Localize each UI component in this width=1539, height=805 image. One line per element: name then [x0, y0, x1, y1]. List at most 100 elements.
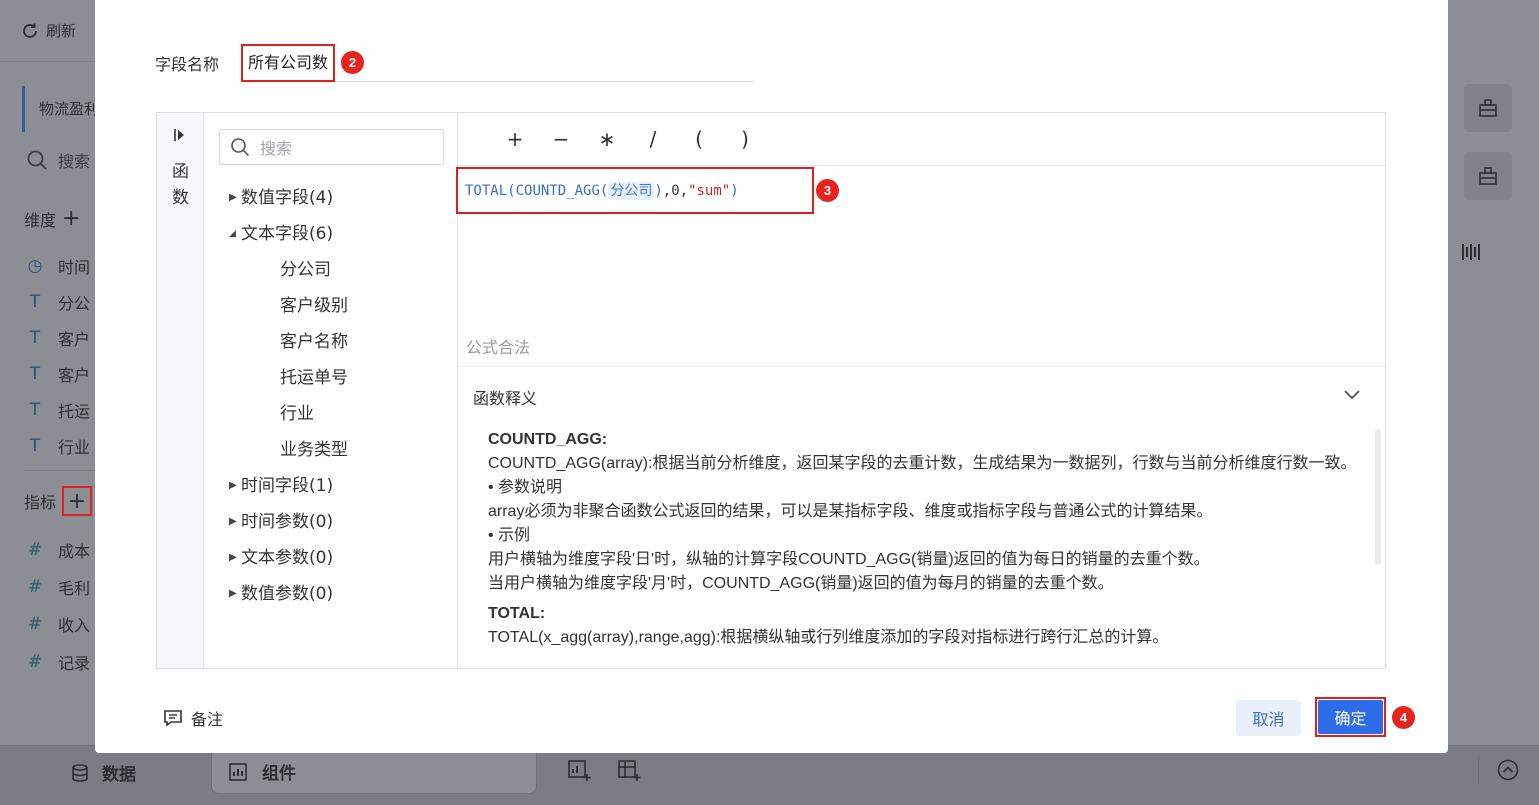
metric-label: 指标: [24, 493, 57, 512]
caret-right-icon: ▶: [229, 552, 237, 563]
tree-search-input[interactable]: 搜索: [219, 129, 444, 165]
dataset-tab[interactable]: 物流盈利: [22, 86, 95, 132]
formula-valid-status: 公式合法: [466, 338, 531, 357]
formula-range-arg: 0: [671, 183, 680, 199]
toolbox-icon: [1479, 167, 1497, 185]
explanation-scrollbar[interactable]: [1375, 429, 1381, 565]
database-icon: [72, 763, 88, 782]
explanation-title: 函数释义: [473, 389, 538, 408]
text-field-icon: T: [29, 364, 41, 384]
left-panel: 刷新 物流盈利 搜索 维度 + ◷ 时间 T 分公 T 客户 T 客户 T 托运 T 行业 …: [0, 0, 95, 745]
confirm-button[interactable]: 确定: [1318, 700, 1383, 734]
function-tab-label: 函 数: [172, 162, 189, 208]
field-name-value[interactable]: 所有公司数: [241, 43, 336, 82]
field-name-input[interactable]: 所有公司数 2: [241, 43, 753, 82]
metric-field[interactable]: # 记录: [24, 650, 95, 674]
component-tab[interactable]: 组件: [211, 746, 537, 794]
chevron-down-icon[interactable]: [1343, 389, 1361, 401]
tree-group-time[interactable]: ▶ 时间字段(1): [229, 468, 348, 504]
add-chart-icon[interactable]: [567, 758, 591, 782]
tree-group-numeric[interactable]: ▶ 数值字段(4): [229, 180, 348, 216]
formula-field-token[interactable]: 分公司: [608, 182, 655, 200]
cancel-button[interactable]: 取消: [1236, 700, 1301, 736]
step-badge-3: 3: [816, 179, 839, 202]
step-badge-2: 2: [341, 51, 365, 74]
dimension-field[interactable]: T 托运: [24, 398, 95, 422]
explain-text: 用户横轴为维度字段'日'时，纵轴的计算字段COUNTD_AGG(销量)返回的值为…: [488, 551, 1210, 568]
tree-group-text[interactable]: ◢ 文本字段(6): [229, 216, 348, 252]
tree-field-item[interactable]: 客户名称: [229, 324, 348, 360]
caret-right-icon: ▶: [229, 588, 237, 599]
dimension-field[interactable]: T 客户: [24, 326, 95, 350]
comment-icon: [164, 710, 182, 727]
explain-text: TOTAL(x_agg(array),range,agg):根据横纵轴或行列维度…: [488, 629, 1169, 646]
number-field-icon: #: [27, 577, 43, 597]
explain-heading: COUNTD_AGG:: [488, 431, 608, 448]
caret-right-icon: ▶: [229, 192, 237, 203]
search-icon: [27, 150, 47, 170]
tree-field-item[interactable]: 业务类型: [229, 432, 348, 468]
record-count-icon: #: [27, 652, 43, 672]
formula-agg-arg: "sum": [688, 183, 731, 199]
explain-heading: TOTAL:: [488, 605, 546, 622]
right-tool-button[interactable]: [1464, 152, 1512, 200]
tree-field-item[interactable]: 托运单号: [229, 360, 348, 396]
close-paren-button[interactable]: ): [722, 127, 768, 151]
right-panel: [1448, 0, 1539, 745]
metric-field[interactable]: # 毛利: [24, 575, 95, 599]
function-tab[interactable]: 函 数: [157, 113, 204, 668]
add-dimension-button[interactable]: +: [62, 206, 80, 231]
multiply-operator-button[interactable]: ∗: [584, 127, 630, 151]
divide-operator-button[interactable]: /: [630, 127, 676, 151]
dimension-field[interactable]: ◷ 时间: [24, 254, 95, 278]
minus-operator-button[interactable]: −: [538, 127, 584, 151]
tree-field-item[interactable]: 行业: [229, 396, 348, 432]
dimension-field[interactable]: T 分公: [24, 290, 95, 314]
data-tab[interactable]: 数据: [70, 760, 136, 785]
remark-button[interactable]: 备注: [163, 706, 223, 730]
caret-right-icon: ▶: [229, 516, 237, 527]
remark-label: 备注: [191, 710, 224, 729]
tree-group-numeric-param[interactable]: ▶ 数值参数(0): [229, 576, 348, 612]
barcode-icon[interactable]: [1460, 240, 1484, 264]
tree-field-item[interactable]: 分公司: [229, 252, 348, 288]
section-divider: [24, 470, 95, 471]
bottom-divider: [1478, 756, 1479, 784]
open-paren-button[interactable]: (: [676, 127, 722, 151]
expand-arrow-icon: [174, 129, 184, 141]
tree-group-text-param[interactable]: ▶ 文本参数(0): [229, 540, 348, 576]
add-metric-button[interactable]: +: [62, 486, 93, 516]
add-calculated-field-dialog: 字段名称 所有公司数 2 函 数 搜索 ▶ 数值字段(4) ◢ 文本字段(6) 分公…: [95, 0, 1448, 753]
metric-field[interactable]: # 成本: [24, 538, 95, 562]
dimension-field[interactable]: T 行业: [24, 434, 95, 458]
field-search[interactable]: 搜索: [26, 148, 90, 172]
right-tool-button[interactable]: [1464, 84, 1512, 132]
clock-icon: ◷: [27, 256, 43, 276]
dimension-field[interactable]: T 客户: [24, 362, 95, 386]
explain-text: array必须为非聚合函数公式返回的结果，可以是某指标字段、维度或指标字段与普通…: [488, 503, 1213, 520]
metric-field[interactable]: # 收入: [24, 612, 95, 636]
tree-field-item[interactable]: 客户级别: [229, 288, 348, 324]
number-field-icon: #: [27, 614, 43, 634]
tree-group-time-param[interactable]: ▶ 时间参数(0): [229, 504, 348, 540]
tree-search-placeholder: 搜索: [260, 139, 293, 158]
formula-pane: + − ∗ / ( ) TOTAL(COUNTD_AGG(分公司),0,"sum…: [456, 113, 1385, 366]
operator-toolbar: + − ∗ / ( ): [458, 113, 1385, 166]
number-field-icon: #: [27, 540, 43, 560]
left-topbar: 刷新: [0, 0, 95, 62]
collapse-up-icon[interactable]: [1497, 759, 1519, 781]
plus-operator-button[interactable]: +: [492, 127, 538, 151]
refresh-button[interactable]: 刷新: [20, 20, 76, 41]
step-badge-4: 4: [1392, 706, 1415, 729]
field-name-row: 字段名称 所有公司数 2: [155, 43, 753, 82]
search-icon: [231, 138, 250, 157]
bottom-bar: 数据 组件: [0, 745, 1539, 805]
add-table-icon[interactable]: [617, 758, 641, 782]
function-explanation-panel: 函数释义 COUNTD_AGG: COUNTD_AGG(array):根据当前分…: [458, 366, 1385, 668]
field-name-label: 字段名称: [155, 55, 220, 74]
dimension-section: 维度 +: [24, 206, 80, 231]
explain-bullet: • 参数说明: [488, 479, 563, 496]
field-tree-pane: 搜索 ▶ 数值字段(4) ◢ 文本字段(6) 分公司 客户级别 客户名称 托运单号 …: [204, 113, 458, 668]
formula-input[interactable]: TOTAL(COUNTD_AGG(分公司),0,"sum"): [456, 167, 814, 214]
text-field-icon: T: [29, 328, 41, 348]
